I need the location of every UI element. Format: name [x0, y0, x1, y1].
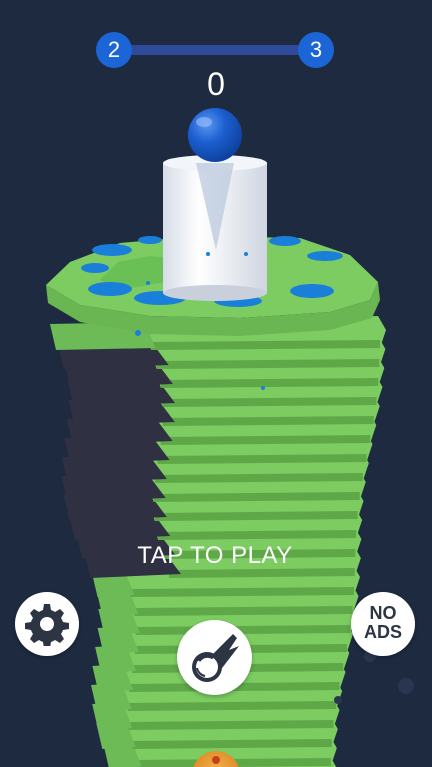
background-bubble — [334, 696, 342, 704]
next-level-badge: 3 — [298, 32, 334, 68]
level-progress: 2 3 — [96, 32, 334, 68]
current-level-badge: 2 — [96, 32, 132, 68]
player-ball — [188, 108, 242, 162]
ball-skin-button[interactable] — [177, 620, 252, 695]
no-ads-label-line1: NO — [369, 603, 397, 623]
background-bubble — [398, 678, 414, 694]
no-ads-button[interactable]: NO ADS — [351, 592, 415, 656]
comet-ball-icon — [192, 634, 239, 682]
settings-button[interactable] — [15, 592, 79, 656]
tap-to-play-prompt[interactable]: TAP TO PLAY — [0, 540, 430, 572]
score-counter: 0 — [207, 66, 225, 102]
level-progress-track — [110, 45, 320, 55]
gear-icon — [25, 604, 69, 646]
game-screen[interactable]: 2 3 0 TAP TO PLAY NO ADS — [0, 0, 432, 767]
no-ads-label-line2: ADS — [363, 622, 402, 642]
central-pillar — [163, 155, 267, 301]
